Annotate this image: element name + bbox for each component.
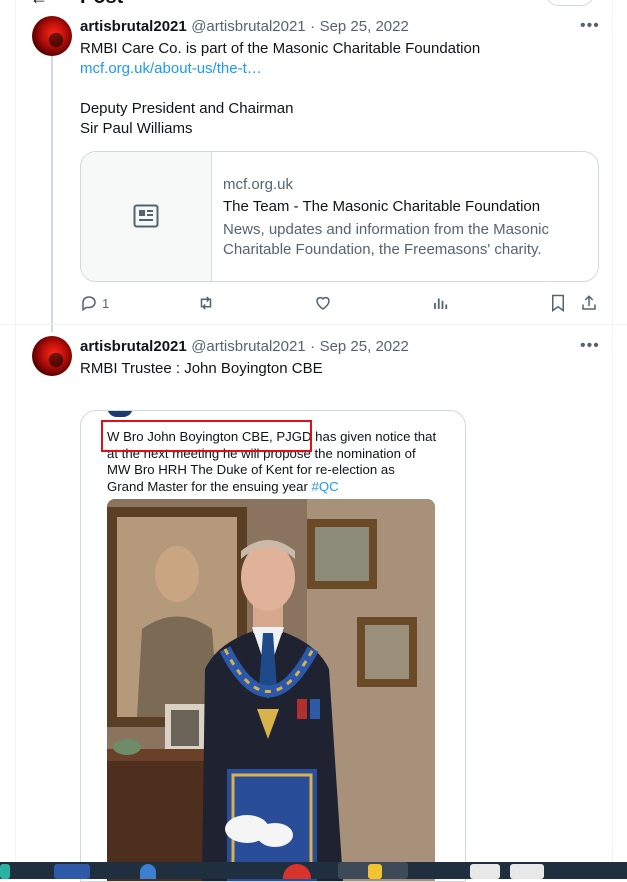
taskbar-app-icon[interactable] [0, 864, 10, 879]
tweet-date[interactable]: Sep 25, 2022 [320, 18, 409, 35]
reply-icon [82, 296, 96, 312]
bookmark-icon [552, 294, 564, 312]
tweet-link[interactable]: mcf.org.uk/about-us/the-t… [80, 59, 600, 79]
heart-icon [316, 296, 330, 310]
embedded-text-segment: has given notice that [311, 429, 437, 444]
column-border-left [15, 0, 16, 862]
author-handle[interactable]: @artisbrutal2021 [191, 338, 305, 355]
separator-dot: · [310, 338, 316, 355]
portrait-photo [107, 499, 435, 881]
author-name[interactable]: artisbrutal2021 [80, 18, 187, 35]
portrait-illustration [107, 499, 435, 881]
column-border-right [612, 0, 613, 862]
tweet-header: artisbrutal2021 @artisbrutal2021 · Sep 2… [80, 338, 409, 356]
card-description-line: News, updates and information from the M… [223, 221, 549, 238]
card-description-line: Charitable Foundation, the Freemasons' c… [223, 241, 542, 258]
hashtag-link: #QC [311, 478, 339, 494]
highlight-box [101, 420, 312, 452]
views-button[interactable] [432, 294, 450, 312]
taskbar-app-icon[interactable] [510, 864, 544, 879]
embedded-text-line: MW Bro HRH The Duke of Kent for re-elect… [107, 462, 395, 477]
media-image-card[interactable]: W Bro John Boyington CBE, PJGD has given… [80, 410, 466, 882]
card-description: News, updates and information from the M… [223, 220, 583, 260]
taskbar-app-icon[interactable] [140, 864, 156, 879]
tweet-text-line: Sir Paul Williams [80, 120, 193, 137]
embedded-avatar [107, 411, 133, 417]
share-icon [582, 295, 596, 310]
taskbar-app-icon[interactable] [368, 864, 382, 879]
tweet-header: artisbrutal2021 @artisbrutal2021 · Sep 2… [80, 18, 409, 36]
reply-count: 1 [102, 295, 110, 311]
card-domain: mcf.org.uk [223, 176, 294, 193]
separator-dot: · [310, 18, 316, 35]
views-chart-icon [434, 298, 448, 309]
link-preview-card[interactable]: mcf.org.uk The Team - The Masonic Charit… [80, 151, 599, 282]
author-name[interactable]: artisbrutal2021 [80, 338, 187, 355]
share-button[interactable] [580, 294, 598, 312]
retweet-icon [200, 296, 212, 310]
tweet-text: RMBI Trustee : John Boyington CBE [80, 360, 323, 377]
taskbar-app-icon[interactable] [54, 864, 90, 879]
avatar[interactable] [32, 336, 72, 376]
author-handle[interactable]: @artisbrutal2021 [191, 18, 305, 35]
tweet-text: RMBI Care Co. is part of the Masonic Cha… [80, 39, 600, 139]
tweet-date[interactable]: Sep 25, 2022 [320, 338, 409, 355]
more-options-icon[interactable]: ••• [580, 17, 600, 35]
retweet-button[interactable] [196, 294, 216, 312]
divider [0, 324, 627, 325]
like-button[interactable] [314, 294, 332, 312]
tweet-text-line: Deputy President and Chairman [80, 100, 294, 117]
more-options-icon[interactable]: ••• [580, 337, 600, 355]
card-thumbnail [81, 152, 212, 281]
reply-button[interactable]: 1 [80, 294, 109, 312]
bookmark-button[interactable] [550, 294, 566, 312]
taskbar-app-icon[interactable] [470, 864, 500, 879]
taskbar-app-icon[interactable] [283, 864, 311, 879]
back-arrow-icon[interactable]: ← [30, 0, 48, 9]
header-action-button[interactable] [545, 0, 595, 6]
avatar[interactable] [32, 16, 72, 56]
newspaper-icon [133, 204, 159, 228]
page-title: Post [80, 0, 123, 9]
thread-connector-line [51, 56, 53, 332]
embedded-text-line: Grand Master for the ensuing year [107, 478, 312, 494]
card-title: The Team - The Masonic Charitable Founda… [223, 198, 541, 215]
tweet-text-line: RMBI Care Co. is part of the Masonic Cha… [80, 40, 481, 57]
os-taskbar [0, 862, 627, 879]
